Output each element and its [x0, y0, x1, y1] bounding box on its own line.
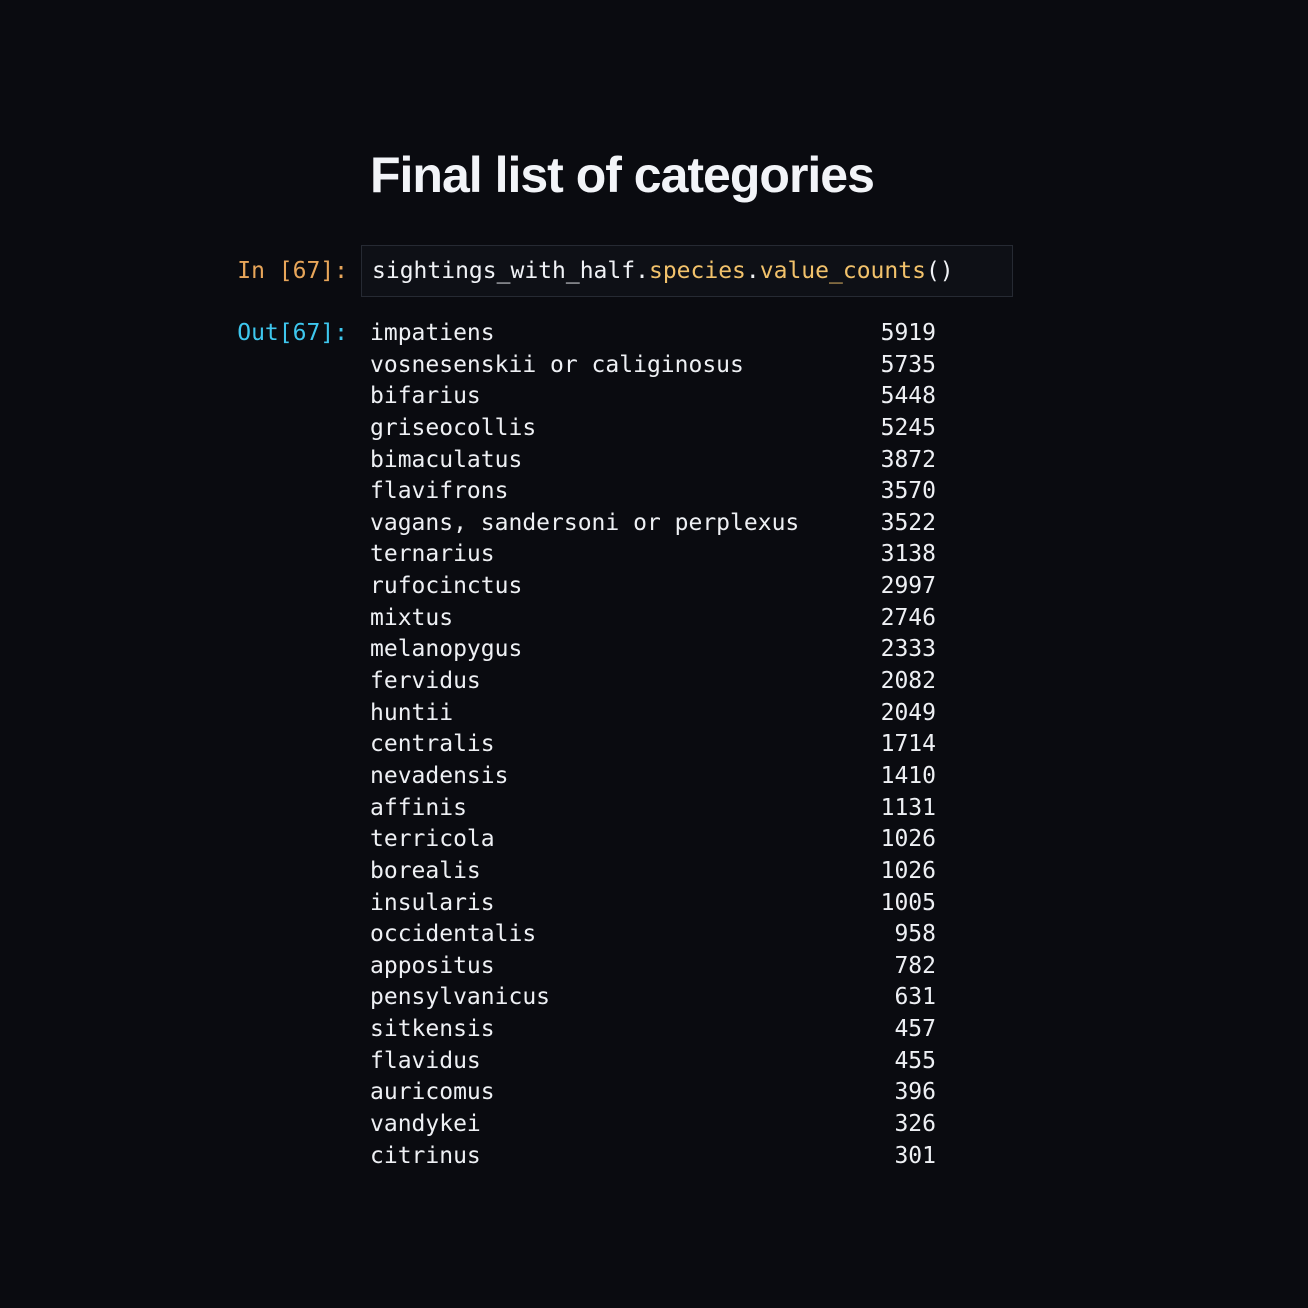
species-label: ternarius: [370, 541, 495, 568]
code-object: sightings_with_half: [372, 258, 636, 284]
species-count: 782: [894, 952, 936, 979]
code-input-cell[interactable]: sightings_with_half.species.value_counts…: [361, 245, 1013, 297]
species-label: vosnesenskii or caliginosus: [370, 351, 744, 378]
output-row: bifarius 5448: [370, 381, 936, 413]
species-label: occidentalis: [370, 921, 537, 948]
species-label: vagans, sandersoni or perplexus: [370, 509, 800, 536]
species-label: bimaculatus: [370, 446, 523, 473]
output-row: rufocinctus 2997: [370, 571, 936, 603]
output-row: melanopygus 2333: [370, 634, 936, 666]
species-count: 5245: [880, 414, 936, 441]
species-label: flavifrons: [370, 478, 509, 505]
species-count: 326: [894, 1111, 936, 1138]
species-count: 3522: [880, 509, 936, 536]
input-prompt: In [67]:: [237, 258, 348, 284]
species-count: 3570: [880, 478, 936, 505]
species-count: 5919: [880, 320, 936, 346]
output-row: fervidus 2082: [370, 666, 936, 698]
species-count: 5448: [880, 383, 936, 410]
species-count: 3872: [880, 446, 936, 473]
output-row: nevadensis 1410: [370, 761, 936, 793]
species-count: 396: [894, 1079, 936, 1106]
species-count: 1714: [880, 731, 936, 758]
code-dot: .: [745, 258, 760, 284]
output-row: terricola 1026: [370, 824, 936, 856]
output-row: huntii 2049: [370, 698, 936, 730]
species-label: flavidus: [370, 1047, 481, 1074]
species-label: mixtus: [370, 604, 454, 631]
species-label: auricomus: [370, 1079, 495, 1106]
species-count: 2082: [880, 668, 936, 695]
species-count: 1026: [880, 857, 936, 884]
species-count: 958: [894, 921, 936, 948]
code-call-parens: (): [925, 258, 954, 284]
species-count: 1131: [880, 794, 936, 821]
species-count: 2049: [880, 699, 936, 726]
species-count: 2997: [880, 573, 936, 600]
output-row: pensylvanicus 631: [370, 982, 936, 1014]
output-row: impatiens 5919: [370, 318, 936, 350]
species-count: 1005: [880, 889, 936, 916]
output-row: auricomus 396: [370, 1077, 936, 1109]
page-heading: Final list of categories: [370, 147, 875, 203]
species-count: 457: [894, 1016, 936, 1043]
species-count: 2333: [880, 636, 936, 663]
output-row: sitkensis 457: [370, 1014, 936, 1046]
species-label: borealis: [370, 857, 481, 884]
output-row: flavidus 455: [370, 1046, 936, 1078]
species-label: huntii: [370, 699, 454, 726]
species-label: impatiens: [370, 320, 495, 346]
species-label: terricola: [370, 826, 495, 853]
output-row: insularis 1005: [370, 888, 936, 920]
output-row: affinis 1131: [370, 793, 936, 825]
output-row: vandykei 326: [370, 1109, 936, 1141]
species-count: 631: [894, 984, 936, 1011]
species-count: 5735: [880, 351, 936, 378]
output-row: bimaculatus 3872: [370, 445, 936, 477]
species-label: bifarius: [370, 383, 481, 410]
output-row: ternarius 3138: [370, 539, 936, 571]
species-label: insularis: [370, 889, 495, 916]
species-count: 3138: [880, 541, 936, 568]
species-label: pensylvanicus: [370, 984, 551, 1011]
output-row: griseocollis 5245: [370, 413, 936, 445]
species-count: 1026: [880, 826, 936, 853]
code-method: value_counts: [759, 258, 926, 284]
species-label: centralis: [370, 731, 495, 758]
species-label: nevadensis: [370, 762, 509, 789]
species-label: fervidus: [370, 668, 481, 695]
output-row: occidentalis 958: [370, 919, 936, 951]
species-label: melanopygus: [370, 636, 523, 663]
species-count: 301: [894, 1142, 936, 1169]
species-count: 1410: [880, 762, 936, 789]
output-row: vagans, sandersoni or perplexus 3522: [370, 508, 936, 540]
output-row: appositus 782: [370, 951, 936, 983]
output-prompt: Out[67]:: [237, 320, 348, 346]
output-row: flavifrons 3570: [370, 476, 936, 508]
output-value-counts: impatiens 5919 vosnesenskii or caliginosus…: [370, 318, 936, 1172]
code-attribute: species: [648, 258, 746, 284]
species-count: 2746: [880, 604, 936, 631]
species-count: 455: [894, 1047, 936, 1074]
output-row: vosnesenskii or caliginosus 5735: [370, 350, 936, 382]
species-label: appositus: [370, 952, 495, 979]
species-label: citrinus: [370, 1142, 481, 1169]
output-row: citrinus 301: [370, 1141, 936, 1173]
output-row: mixtus 2746: [370, 603, 936, 635]
output-row: borealis 1026: [370, 856, 936, 888]
species-label: affinis: [370, 794, 467, 821]
species-label: vandykei: [370, 1111, 481, 1138]
species-label: griseocollis: [370, 414, 537, 441]
species-label: sitkensis: [370, 1016, 495, 1043]
output-row: centralis 1714: [370, 729, 936, 761]
code-dot: .: [635, 258, 649, 284]
species-label: rufocinctus: [370, 573, 523, 600]
